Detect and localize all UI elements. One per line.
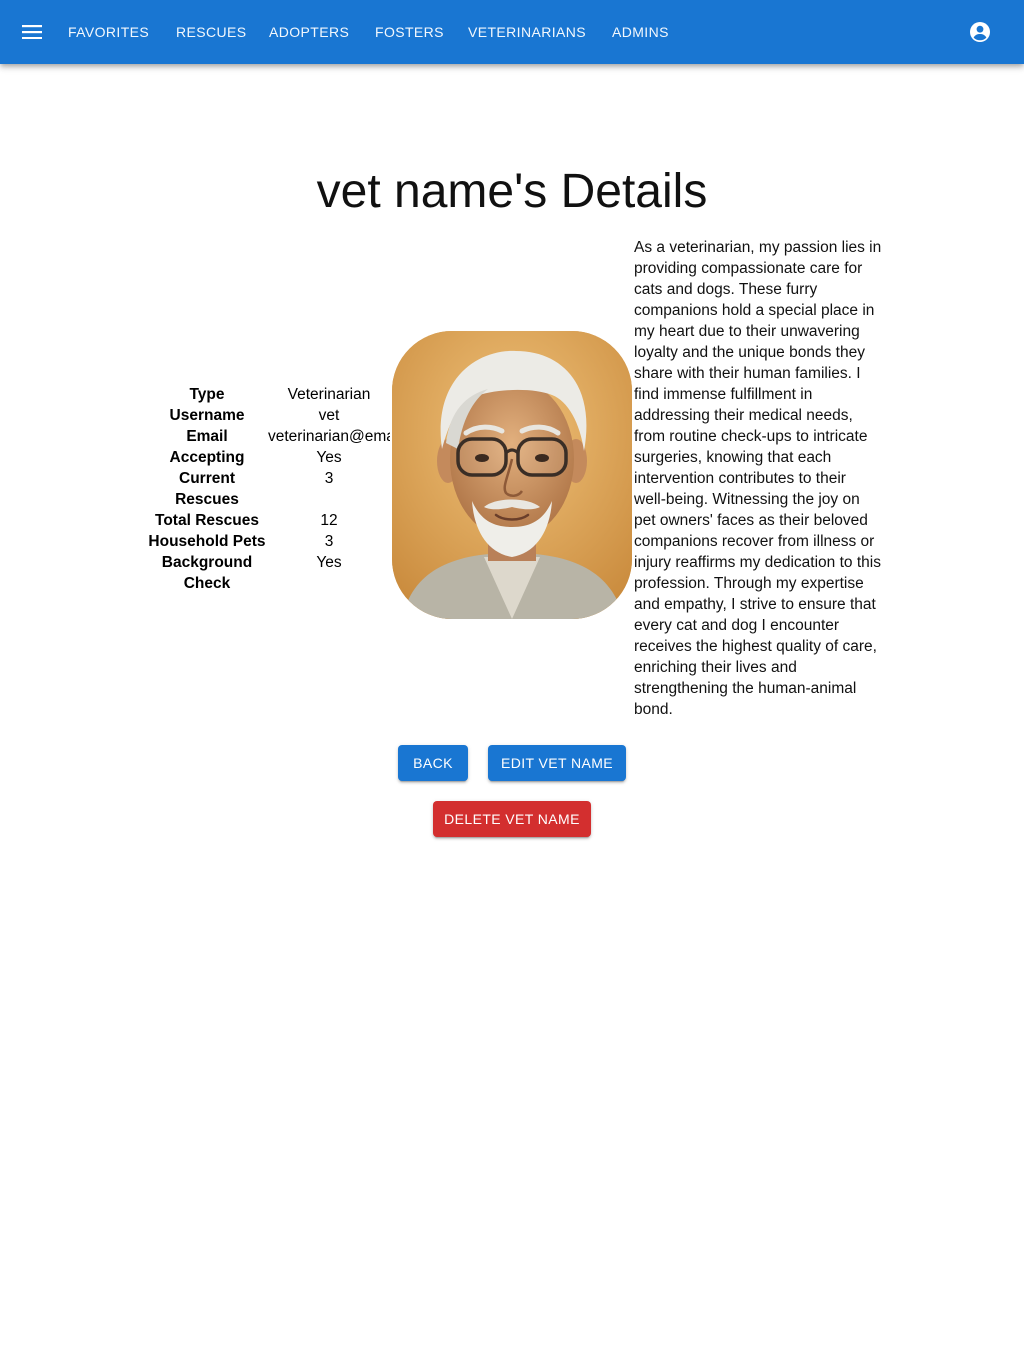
- table-row: Username vet: [146, 405, 390, 426]
- detail-value-current-rescues: 3: [324, 470, 334, 487]
- nav-adopters[interactable]: ADOPTERS: [269, 0, 349, 64]
- edit-vet-button[interactable]: EDIT VET NAME: [488, 745, 626, 781]
- detail-label-type: Type: [189, 386, 225, 403]
- detail-value-username: vet: [318, 407, 340, 424]
- nav-favorites[interactable]: FAVORITES: [68, 0, 149, 64]
- detail-label-accepting: Accepting: [169, 449, 245, 466]
- nav-veterinarians[interactable]: VETERINARIANS: [468, 0, 586, 64]
- detail-label-current-rescues: Current Rescues: [175, 470, 239, 508]
- delete-vet-button[interactable]: DELETE VET NAME: [433, 801, 591, 837]
- nav-fosters[interactable]: FOSTERS: [375, 0, 444, 64]
- detail-label-household-pets: Household Pets: [148, 533, 266, 550]
- table-row: Type Veterinarian: [146, 384, 390, 405]
- detail-value-total-rescues: 12: [320, 512, 338, 529]
- account-button[interactable]: [964, 16, 996, 48]
- table-row: Total Rescues 12: [146, 510, 390, 531]
- vet-portrait-image: [392, 331, 632, 619]
- vet-bio: As a veterinarian, my passion lies in pr…: [634, 239, 882, 718]
- table-row: Background Check Yes: [146, 552, 390, 594]
- table-row: Email veterinarian@email.com: [146, 426, 390, 447]
- page-title: vet name's Details: [316, 165, 708, 218]
- nav-rescues[interactable]: RESCUES: [176, 0, 246, 64]
- menu-button[interactable]: [16, 16, 48, 48]
- table-row: Current Rescues 3: [146, 468, 390, 510]
- detail-value-background-check: Yes: [316, 554, 342, 571]
- detail-label-username: Username: [169, 407, 245, 424]
- detail-label-email: Email: [186, 428, 228, 445]
- detail-value-accepting: Yes: [316, 449, 342, 466]
- detail-value-type: Veterinarian: [287, 386, 371, 403]
- detail-value-email-cell: veterinarian@email.com: [268, 426, 390, 447]
- app-bar: FAVORITES RESCUES ADOPTERS FOSTERS VETER…: [0, 0, 1024, 64]
- vet-profile-photo: [392, 331, 632, 619]
- menu-icon: [22, 25, 42, 39]
- table-row: Accepting Yes: [146, 447, 390, 468]
- details-table: Type Veterinarian Username vet Email vet…: [146, 384, 390, 594]
- account-circle-icon: [970, 22, 990, 42]
- back-button[interactable]: BACK: [398, 745, 468, 781]
- detail-value-household-pets: 3: [324, 533, 334, 550]
- detail-label-background-check: Background Check: [161, 554, 253, 592]
- detail-label-total-rescues: Total Rescues: [155, 512, 259, 529]
- nav-admins[interactable]: ADMINS: [612, 0, 669, 64]
- detail-value-email: veterinarian@email.com: [268, 428, 390, 445]
- table-row: Household Pets 3: [146, 531, 390, 552]
